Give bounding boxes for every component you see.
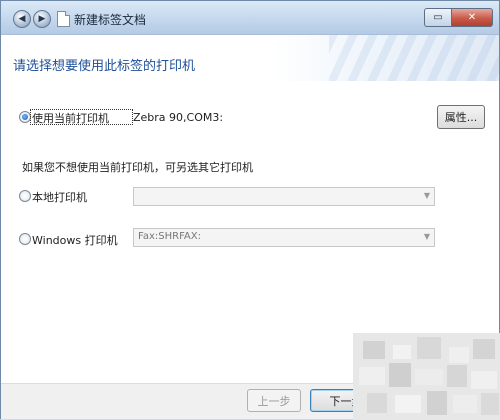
windows-printer-label[interactable]: Windows 打印机 [32, 232, 118, 248]
windows-printer-select[interactable]: Fax:SHRFAX: ▼ [133, 228, 435, 247]
local-printer-radio[interactable] [19, 190, 31, 202]
back-button[interactable]: 上一步 [247, 389, 301, 412]
dialog-window: ◀ ▶ 新建标签文档 ▭ ✕ 请选择想要使用此标签的打印机 使用当前打印机 Ze… [0, 0, 500, 420]
back-arrow-icon[interactable]: ◀ [13, 10, 31, 28]
chevron-down-icon: ▼ [423, 191, 430, 200]
wizard-header: 请选择想要使用此标签的打印机 [1, 35, 499, 81]
title-bar[interactable]: ◀ ▶ 新建标签文档 ▭ ✕ [1, 1, 499, 35]
instruction-text: 如果您不想使用当前打印机，可另选其它打印机 [22, 161, 253, 174]
local-printer-select[interactable]: ▼ [133, 187, 435, 206]
windows-printer-value: Fax:SHRFAX: [138, 231, 201, 242]
current-printer-label[interactable]: 使用当前打印机 [32, 110, 109, 126]
current-printer-value: Zebra 90,COM3: [133, 111, 224, 124]
pixelated-watermark [353, 333, 500, 420]
window-title: 新建标签文档 [74, 13, 147, 27]
window-controls: ▭ ✕ [424, 8, 493, 27]
header-title: 请选择想要使用此标签的打印机 [13, 59, 196, 74]
chevron-down-icon: ▼ [423, 232, 430, 241]
forward-arrow-icon[interactable]: ▶ [33, 10, 51, 28]
windows-printer-radio[interactable] [19, 233, 31, 245]
close-button[interactable]: ✕ [451, 8, 493, 27]
properties-button[interactable]: 属性... [437, 105, 485, 129]
document-icon [57, 11, 70, 27]
maximize-button[interactable]: ▭ [424, 8, 451, 27]
local-printer-label[interactable]: 本地打印机 [32, 189, 87, 205]
